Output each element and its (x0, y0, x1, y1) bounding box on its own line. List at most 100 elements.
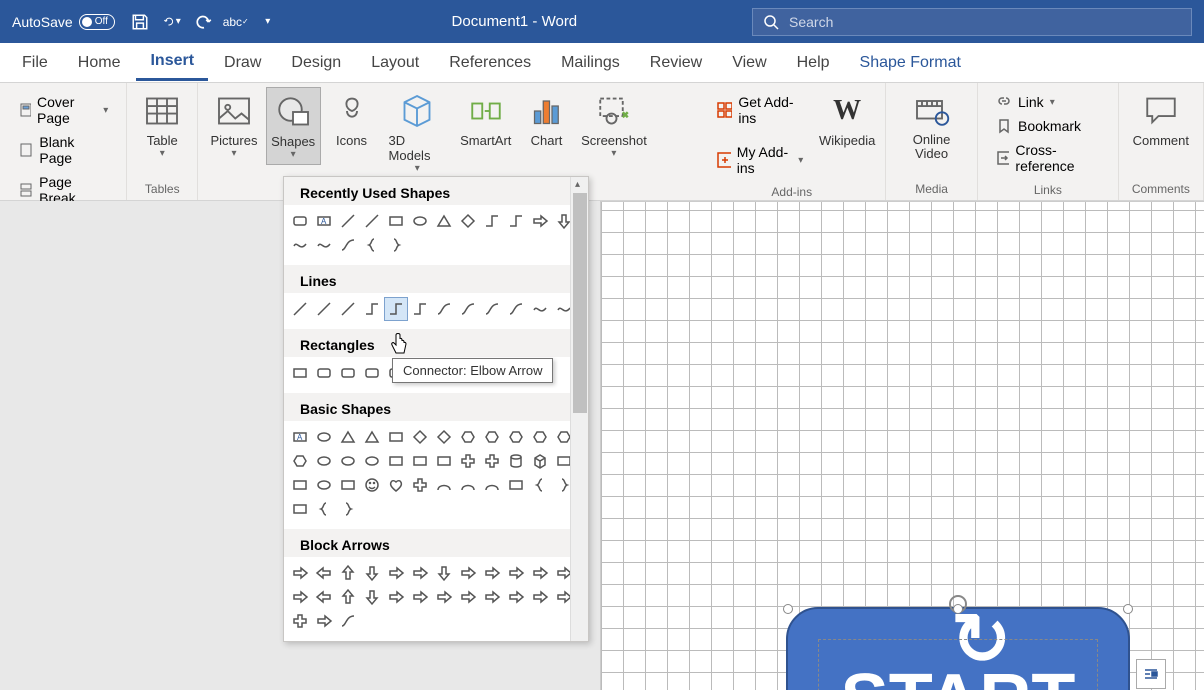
spellcheck-icon[interactable]: abc✓ (227, 13, 245, 31)
save-icon[interactable] (131, 13, 149, 31)
shape-option[interactable] (384, 233, 408, 257)
shape-option[interactable] (480, 561, 504, 585)
tab-draw[interactable]: Draw (210, 46, 275, 80)
shape-option[interactable] (288, 609, 312, 633)
undo-icon[interactable]: ▾ (163, 13, 181, 31)
shape-option[interactable] (384, 561, 408, 585)
resize-handle[interactable] (783, 604, 793, 614)
shape-option[interactable] (312, 473, 336, 497)
shape-option[interactable] (312, 449, 336, 473)
shape-option[interactable] (480, 585, 504, 609)
get-addins-button[interactable]: Get Add-ins (710, 91, 809, 129)
shape-option[interactable] (480, 473, 504, 497)
shape-option[interactable] (480, 297, 504, 321)
shape-option[interactable] (288, 233, 312, 257)
shape-option[interactable] (288, 361, 312, 385)
shape-option[interactable] (408, 561, 432, 585)
table-button[interactable]: Table▾ (135, 87, 189, 163)
shape-option[interactable] (432, 449, 456, 473)
shape-option[interactable] (456, 209, 480, 233)
shape-option[interactable] (312, 585, 336, 609)
shape-option[interactable] (360, 561, 384, 585)
shape-option[interactable] (504, 297, 528, 321)
tab-file[interactable]: File (8, 46, 62, 80)
shape-option[interactable] (336, 473, 360, 497)
shape-option[interactable] (504, 585, 528, 609)
shape-option[interactable] (360, 449, 384, 473)
shape-option[interactable] (528, 297, 552, 321)
document-canvas[interactable]: ↻ START (0, 201, 1204, 690)
shape-option[interactable] (408, 473, 432, 497)
shape-option[interactable] (312, 497, 336, 521)
bookmark-button[interactable]: Bookmark (990, 115, 1106, 137)
shape-option[interactable] (504, 425, 528, 449)
shape-option[interactable] (360, 473, 384, 497)
shape-option[interactable] (504, 473, 528, 497)
shapes-button[interactable]: Shapes▾ (266, 87, 321, 165)
shape-option[interactable] (432, 561, 456, 585)
shape-option[interactable] (336, 297, 360, 321)
shape-option[interactable] (456, 297, 480, 321)
shape-option[interactable] (456, 449, 480, 473)
scrollbar-thumb[interactable] (573, 193, 587, 413)
shape-option[interactable] (384, 449, 408, 473)
shape-option[interactable] (384, 585, 408, 609)
shape-option[interactable] (312, 233, 336, 257)
shape-option[interactable] (504, 561, 528, 585)
shape-option[interactable] (456, 473, 480, 497)
icons-button[interactable]: Icons (325, 87, 379, 152)
search-input[interactable] (789, 14, 1181, 30)
shape-option[interactable] (288, 449, 312, 473)
shape-option[interactable] (360, 209, 384, 233)
shape-option[interactable] (432, 473, 456, 497)
my-addins-button[interactable]: My Add-ins▾ (710, 141, 809, 179)
shape-option[interactable] (336, 585, 360, 609)
shape-option[interactable] (408, 297, 432, 321)
shape-option[interactable] (384, 297, 408, 321)
shape-option[interactable] (456, 561, 480, 585)
resize-handle[interactable] (953, 604, 963, 614)
resize-handle[interactable] (1123, 604, 1133, 614)
shape-option[interactable] (456, 585, 480, 609)
tab-review[interactable]: Review (636, 46, 716, 80)
shape-option[interactable] (528, 473, 552, 497)
shape-option[interactable] (384, 473, 408, 497)
shape-option[interactable] (528, 585, 552, 609)
shape-option[interactable] (528, 425, 552, 449)
3d-models-button[interactable]: 3D Models▾ (383, 87, 453, 178)
shape-option[interactable] (336, 561, 360, 585)
shape-option[interactable] (288, 497, 312, 521)
tab-design[interactable]: Design (277, 46, 355, 80)
tab-references[interactable]: References (435, 46, 545, 80)
shape-option[interactable] (408, 209, 432, 233)
shape-option[interactable] (312, 297, 336, 321)
shape-option[interactable] (360, 297, 384, 321)
shape-option[interactable] (312, 561, 336, 585)
shape-option[interactable] (384, 209, 408, 233)
comment-button[interactable]: Comment (1127, 87, 1195, 152)
shape-option[interactable] (528, 561, 552, 585)
shape-option[interactable] (336, 609, 360, 633)
cross-reference-button[interactable]: Cross-reference (990, 139, 1106, 177)
shape-option[interactable] (336, 233, 360, 257)
shape-option[interactable] (432, 209, 456, 233)
shape-option[interactable] (336, 497, 360, 521)
screenshot-button[interactable]: Screenshot▾ (578, 87, 651, 163)
chart-button[interactable]: Chart (520, 87, 574, 152)
shape-option[interactable] (408, 425, 432, 449)
shape-option[interactable] (480, 425, 504, 449)
shape-option[interactable] (480, 449, 504, 473)
shape-option[interactable] (336, 449, 360, 473)
shape-option[interactable] (456, 425, 480, 449)
layout-options-icon[interactable] (1136, 659, 1166, 689)
shape-option[interactable] (360, 233, 384, 257)
autosave-toggle[interactable]: AutoSave Off (12, 14, 115, 30)
shape-option[interactable] (336, 361, 360, 385)
shape-option[interactable] (528, 209, 552, 233)
shape-option[interactable] (432, 585, 456, 609)
shape-option[interactable] (384, 425, 408, 449)
shape-option[interactable] (408, 585, 432, 609)
shape-option[interactable] (504, 209, 528, 233)
tab-help[interactable]: Help (783, 46, 844, 80)
shape-option[interactable] (480, 209, 504, 233)
